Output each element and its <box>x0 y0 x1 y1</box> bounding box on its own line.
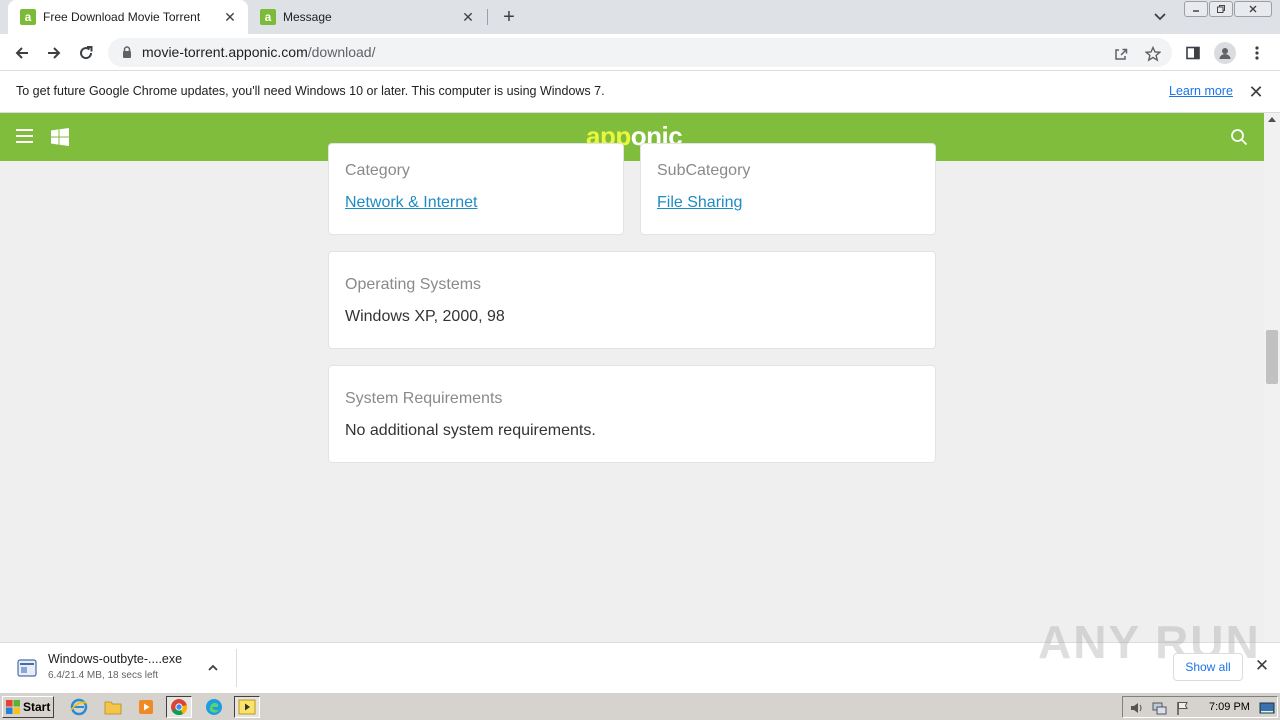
subcategory-link[interactable]: File Sharing <box>657 194 742 212</box>
url-text[interactable]: movie-torrent.apponic.com/download/ <box>142 44 375 60</box>
forward-button[interactable] <box>40 39 68 67</box>
apponic-favicon-icon: a <box>20 9 36 25</box>
infobar-message: To get future Google Chrome updates, you… <box>16 84 605 98</box>
download-shelf: ANY RUN Windows-outbyte-....exe 6.4/21.4… <box>0 616 1280 692</box>
subcategory-label: SubCategory <box>657 162 751 179</box>
bookmark-star-icon[interactable] <box>1144 45 1162 63</box>
requirements-value: No additional system requirements. <box>345 422 596 439</box>
side-panel-icon[interactable] <box>1182 42 1204 64</box>
category-link[interactable]: Network & Internet <box>345 194 478 212</box>
url-host: movie-torrent.apponic.com <box>142 44 308 60</box>
tab-strip: a Free Download Movie Torrent ✕ a Messag… <box>0 0 1280 34</box>
download-item[interactable]: Windows-outbyte-....exe 6.4/21.4 MB, 18 … <box>8 647 232 689</box>
learn-more-link[interactable]: Learn more <box>1169 84 1233 98</box>
infobar-close-icon[interactable]: ✕ <box>1247 83 1265 101</box>
start-button[interactable]: Start <box>2 696 54 718</box>
update-infobar: To get future Google Chrome updates, you… <box>0 71 1280 113</box>
action-center-flag-icon[interactable] <box>1175 700 1191 716</box>
system-requirements-card: System Requirements No additional system… <box>328 365 936 463</box>
lock-icon[interactable] <box>120 45 134 59</box>
category-card: Category Network & Internet <box>328 143 624 235</box>
tab-free-download-movie-torrent[interactable]: a Free Download Movie Torrent ✕ <box>8 0 248 34</box>
chevron-up-icon[interactable] <box>206 661 220 675</box>
system-tray: 7:09 PM <box>1122 696 1278 718</box>
windows-flag-icon <box>6 700 20 714</box>
site-header: apponic <box>0 113 1264 161</box>
back-arrow-icon <box>15 47 28 59</box>
download-file-name: Windows-outbyte-....exe <box>48 652 183 666</box>
requirements-label: System Requirements <box>345 390 503 407</box>
start-label: Start <box>23 700 51 714</box>
page-viewport: apponic Category Network & Internet SubC… <box>0 113 1264 642</box>
scroll-up-arrow-icon[interactable] <box>1268 117 1276 122</box>
shelf-divider <box>236 649 237 687</box>
browser-toolbar: movie-torrent.apponic.com/download/ <box>0 34 1280 71</box>
new-tab-button[interactable]: + <box>498 6 520 28</box>
close-window-icon[interactable] <box>1234 1 1272 17</box>
edge-icon[interactable] <box>201 696 227 718</box>
show-all-button[interactable]: Show all <box>1173 653 1243 681</box>
os-value: Windows XP, 2000, 98 <box>345 308 505 325</box>
show-desktop-icon[interactable] <box>1259 700 1275 716</box>
url-path: /download/ <box>307 44 376 60</box>
forward-arrow-icon <box>48 47 61 59</box>
operating-systems-card: Operating Systems Windows XP, 2000, 98 <box>328 251 936 349</box>
network-icon[interactable] <box>1151 700 1167 716</box>
tab-close-icon[interactable]: ✕ <box>460 9 476 25</box>
tab-search-chevron-icon[interactable] <box>1150 8 1170 26</box>
reload-icon <box>80 46 93 60</box>
shelf-close-icon[interactable]: ✕ <box>1254 657 1270 675</box>
windows-taskbar: Start 7:09 PM <box>0 692 1280 720</box>
windows-logo-icon[interactable] <box>51 128 69 146</box>
back-button[interactable] <box>8 39 36 67</box>
scrollbar-thumb[interactable] <box>1266 330 1278 384</box>
share-icon[interactable] <box>1112 45 1130 63</box>
chrome-menu-icon[interactable] <box>1246 42 1268 64</box>
os-label: Operating Systems <box>345 276 482 293</box>
file-explorer-icon[interactable] <box>100 696 126 718</box>
category-label: Category <box>345 162 410 179</box>
apponic-favicon-icon: a <box>260 9 276 25</box>
tab-message[interactable]: a Message ✕ <box>250 0 486 34</box>
hamburger-menu-icon[interactable] <box>16 129 33 143</box>
media-player-icon[interactable] <box>133 696 159 718</box>
restore-window-icon[interactable] <box>1209 1 1233 17</box>
address-bar[interactable]: movie-torrent.apponic.com/download/ <box>108 38 1172 67</box>
tab-title: Message <box>283 10 332 24</box>
site-search-icon[interactable] <box>1230 128 1248 146</box>
page-scrollbar[interactable] <box>1264 113 1280 642</box>
chrome-taskbar-icon[interactable] <box>166 696 192 718</box>
tab-divider <box>487 9 488 25</box>
tab-close-icon[interactable]: ✕ <box>222 9 238 25</box>
volume-icon[interactable] <box>1129 700 1145 716</box>
minimize-window-icon[interactable] <box>1184 1 1208 17</box>
reload-button[interactable] <box>72 39 100 67</box>
anyrun-taskbar-icon[interactable] <box>234 696 260 718</box>
subcategory-card: SubCategory File Sharing <box>640 143 936 235</box>
download-status: 6.4/21.4 MB, 18 secs left <box>48 670 159 681</box>
tab-title: Free Download Movie Torrent <box>43 10 201 24</box>
clock[interactable]: 7:09 PM <box>1209 701 1250 713</box>
internet-explorer-icon[interactable] <box>66 696 92 718</box>
profile-avatar-icon[interactable] <box>1214 42 1236 64</box>
exe-file-icon <box>17 659 37 677</box>
